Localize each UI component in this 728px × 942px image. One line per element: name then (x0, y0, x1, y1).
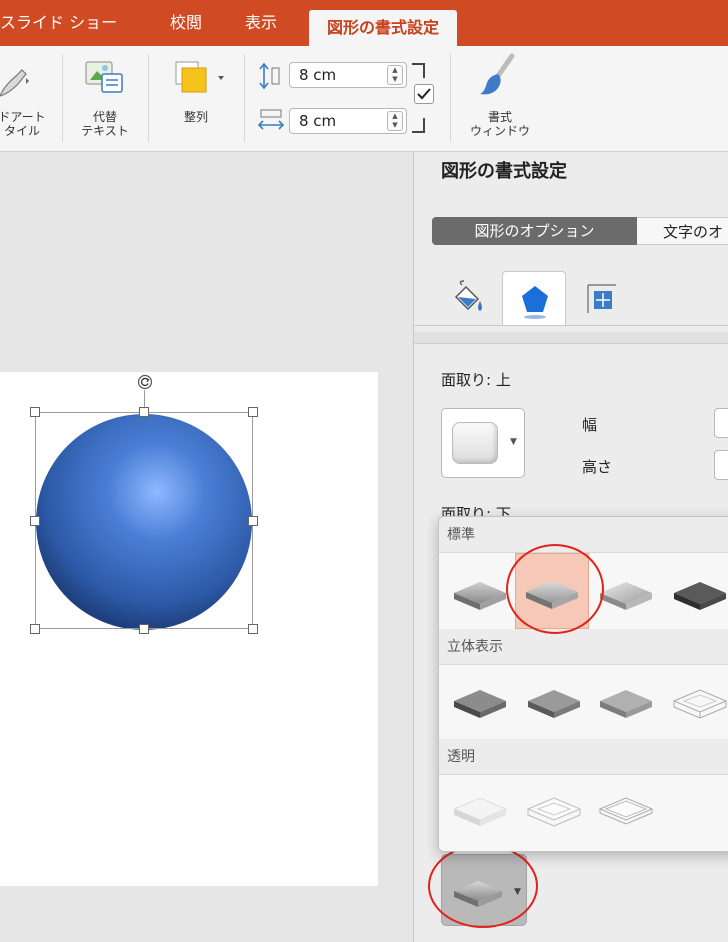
height-field[interactable]: 8 cm ▲ ▼ (289, 62, 407, 88)
pane-title: 図形の書式設定 (441, 161, 567, 182)
tab-size-properties[interactable] (574, 271, 638, 325)
lock-aspect-checkbox[interactable] (414, 84, 434, 104)
bevel-soft-round-icon (528, 690, 580, 718)
resize-handle-sw[interactable] (30, 624, 40, 634)
alt-text-button[interactable]: 代替 テキスト (70, 46, 140, 150)
resize-handle-nw[interactable] (30, 407, 40, 417)
bevel-width-input[interactable] (714, 408, 728, 438)
bevel-convex-icon (600, 690, 652, 718)
size-properties-icon (587, 284, 616, 313)
bevel-option-transparent-2[interactable] (517, 775, 591, 851)
gallery-section-3d: 立体表示 (439, 629, 728, 665)
wordart-label-1: ドアート (0, 110, 46, 124)
wordart-brush-icon (0, 69, 29, 97)
bevel-circle-icon (454, 582, 506, 610)
bevel-option-angle[interactable] (443, 665, 517, 741)
format-pane-button[interactable]: 書式 ウィンドウ (460, 46, 540, 150)
arrange-button[interactable]: 整列 (160, 46, 232, 150)
tab-review[interactable]: 校閲 (170, 0, 202, 46)
bevel-preview-icon (452, 422, 498, 464)
tab-shape-options[interactable]: 図形のオプション (432, 217, 637, 245)
separator (148, 54, 149, 142)
gallery-row-transparent (439, 775, 728, 849)
tab-effects[interactable] (502, 271, 566, 325)
slide-canvas-area (0, 152, 413, 942)
alt-text-label-2: テキスト (81, 124, 129, 138)
tab-text-options[interactable]: 文字のオ (637, 217, 728, 245)
resize-handle-ne[interactable] (248, 407, 258, 417)
resize-handle-se[interactable] (248, 624, 258, 634)
width-field[interactable]: 8 cm ▲ ▼ (289, 108, 407, 134)
alt-text-label-1: 代替 (92, 110, 117, 124)
bevel-option-transparent-1[interactable] (443, 775, 517, 851)
bevel-top-dropdown[interactable]: ▼ (441, 408, 525, 478)
bevel-height-label: 高さ (582, 458, 613, 476)
bevel-top-label: 面取り: 上 (441, 371, 511, 389)
bevel-option-wireframe[interactable] (663, 665, 728, 741)
bevel-height-input[interactable] (714, 450, 728, 480)
tab-view[interactable]: 表示 (245, 0, 277, 46)
separator (450, 54, 451, 142)
paint-bucket-icon (454, 280, 482, 311)
pentagon-icon (522, 286, 548, 319)
tab-slideshow[interactable]: スライド ショー (0, 0, 117, 46)
separator (244, 54, 245, 142)
wordart-styles-button[interactable]: ドアート タイル (0, 46, 52, 150)
height-stepper[interactable]: ▲ ▼ (387, 65, 403, 85)
bevel-width-label: 幅 (582, 416, 598, 434)
wordart-label-2: タイル (3, 124, 40, 138)
height-icon (259, 62, 280, 90)
gallery-row-3d (439, 665, 728, 739)
ribbon: ドアート タイル 代替 テキスト 整列 8 cm ▲ ▼ 8 cm ▲ ▼ 書式… (0, 46, 728, 152)
bevel-transparent-icon (598, 797, 654, 825)
paintbrush-icon (480, 53, 515, 95)
tab-shape-format[interactable]: 図形の書式設定 (309, 10, 458, 46)
annotation-circle (428, 844, 538, 928)
resize-handle-w[interactable] (30, 516, 40, 526)
tab-fill-line[interactable] (438, 271, 502, 325)
bevel-transparent-icon (526, 797, 582, 827)
height-value: 8 cm (299, 66, 337, 84)
slide[interactable] (0, 372, 378, 886)
rotate-handle-icon[interactable] (137, 374, 153, 390)
bevel-option-cool-slant[interactable] (663, 555, 728, 631)
bevel-transparent-icon (452, 797, 508, 826)
arrange-icon (175, 61, 224, 93)
resize-handle-e[interactable] (248, 516, 258, 526)
bevel-option-soft-round[interactable] (517, 665, 591, 741)
bevel-angle-icon (454, 690, 506, 718)
selection-frame (35, 412, 253, 629)
width-icon (257, 109, 285, 130)
format-pane-label-2: ウィンドウ (469, 124, 530, 138)
width-stepper[interactable]: ▲ ▼ (387, 111, 403, 131)
gallery-section-standard: 標準 (439, 517, 728, 553)
width-value: 8 cm (299, 112, 337, 130)
resize-handle-s[interactable] (139, 624, 149, 634)
separator (62, 54, 63, 142)
bevel-option-convex[interactable] (589, 665, 663, 741)
icon-tab-baseline (414, 325, 728, 326)
bevel-option-transparent-3[interactable] (589, 775, 663, 851)
ribbon-tab-bar: スライド ショー 校閲 表示 図形の書式設定 (0, 0, 728, 46)
check-icon (417, 88, 431, 100)
bevel-wireframe-icon (672, 689, 728, 719)
resize-handle-n[interactable] (139, 407, 149, 417)
annotation-circle (506, 544, 604, 634)
chevron-down-icon: ▼ (510, 437, 517, 447)
format-pane-label-1: 書式 (487, 110, 512, 124)
gallery-section-transparent: 透明 (439, 739, 728, 775)
alt-text-icon (85, 61, 123, 93)
arrange-label: 整列 (183, 110, 208, 124)
section-divider (414, 332, 728, 344)
bevel-cool-slant-icon (674, 582, 726, 610)
